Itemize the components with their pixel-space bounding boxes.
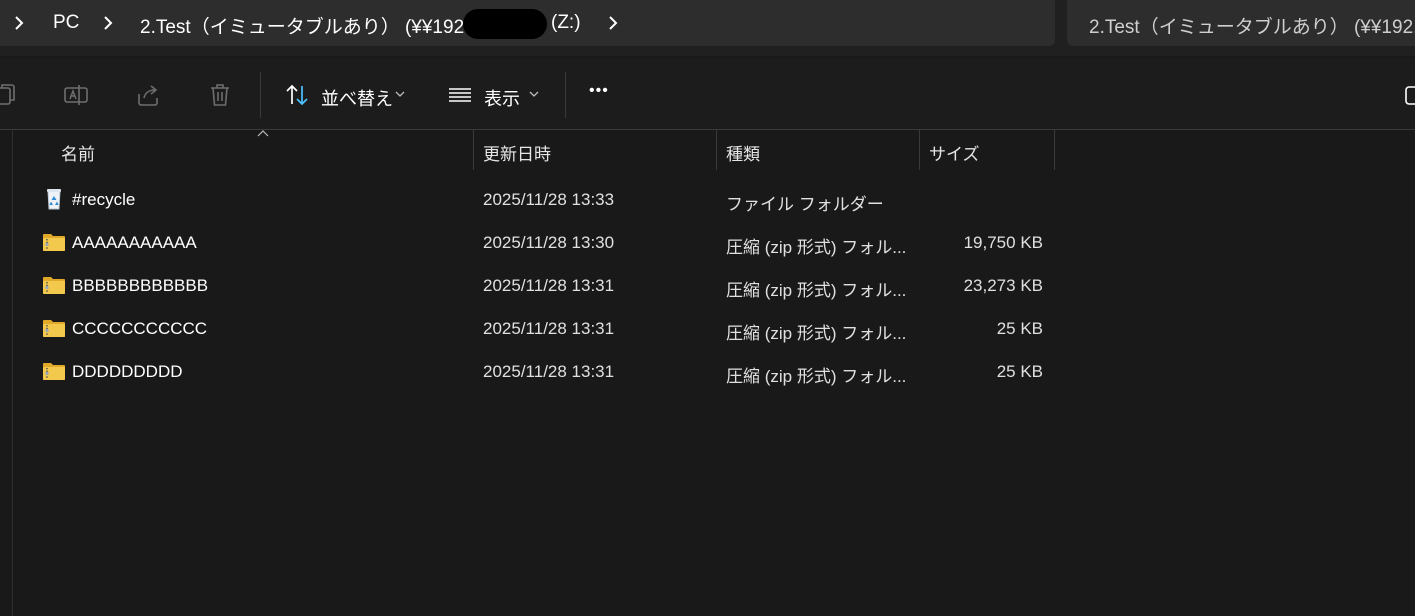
- recycle-bin-icon: [47, 189, 61, 210]
- zip-folder-icon: [43, 234, 65, 251]
- more-options-button[interactable]: •••: [589, 82, 609, 100]
- search-box-text: 2.Test（イミュータブルあり） (¥¥192.168: [1089, 17, 1415, 38]
- file-date: 2025/11/28 13:31: [483, 319, 615, 338]
- file-size: 25 KB: [996, 362, 1043, 381]
- chevron-right-icon[interactable]: [606, 14, 620, 32]
- navigation-pane-border: [12, 130, 13, 616]
- file-row[interactable]: #recycle 2025/11/28 13:33 ファイル フォルダー: [30, 179, 1055, 222]
- zip-folder-icon: [43, 277, 65, 294]
- column-header-name[interactable]: 名前: [61, 140, 95, 165]
- column-divider[interactable]: [473, 130, 474, 170]
- sort-ascending-icon: [257, 130, 269, 137]
- column-header-size[interactable]: サイズ: [929, 140, 980, 165]
- file-type: 圧縮 (zip 形式) フォル...: [726, 367, 907, 386]
- chevron-down-icon[interactable]: [529, 91, 539, 98]
- breadcrumb-share[interactable]: 2.Test（イミュータブルあり） (¥¥192.168: [140, 12, 501, 39]
- file-row[interactable]: CCCCCCCCCCC 2025/11/28 13:31 圧縮 (zip 形式)…: [30, 308, 1055, 351]
- file-size: 19,750 KB: [963, 233, 1043, 252]
- redaction-mark: [463, 9, 547, 39]
- file-type: 圧縮 (zip 形式) フォル...: [726, 281, 907, 300]
- chevron-right-icon[interactable]: [12, 14, 26, 32]
- file-size: 23,273 KB: [963, 276, 1043, 295]
- breadcrumb-pc[interactable]: PC: [53, 12, 79, 34]
- trash-icon[interactable]: [207, 82, 233, 108]
- file-row[interactable]: BBBBBBBBBBBB 2025/11/28 13:31 圧縮 (zip 形式…: [30, 265, 1055, 308]
- file-date: 2025/11/28 13:30: [483, 233, 615, 252]
- file-row[interactable]: AAAAAAAAAAA 2025/11/28 13:30 圧縮 (zip 形式)…: [30, 222, 1055, 265]
- file-name: AAAAAAAAAAA: [72, 233, 197, 252]
- zip-folder-icon: [43, 363, 65, 380]
- column-divider[interactable]: [919, 130, 920, 170]
- copy-icon[interactable]: [0, 82, 18, 108]
- file-type: 圧縮 (zip 形式) フォル...: [726, 238, 907, 257]
- file-date: 2025/11/28 13:31: [483, 362, 615, 381]
- chevron-down-icon[interactable]: [395, 91, 405, 98]
- file-size: 25 KB: [996, 319, 1043, 338]
- file-name: DDDDDDDDD: [72, 362, 183, 381]
- view-button[interactable]: 表示: [484, 85, 520, 111]
- file-type: ファイル フォルダー: [726, 195, 884, 214]
- column-header-type[interactable]: 種類: [726, 140, 760, 165]
- sort-icon[interactable]: [284, 82, 310, 108]
- breadcrumb-drive[interactable]: (Z:): [551, 12, 581, 34]
- file-type: 圧縮 (zip 形式) フォル...: [726, 324, 907, 343]
- file-row[interactable]: DDDDDDDDD 2025/11/28 13:31 圧縮 (zip 形式) フ…: [30, 351, 1055, 394]
- file-name: BBBBBBBBBBBB: [72, 276, 209, 295]
- share-icon[interactable]: [135, 82, 161, 108]
- file-name: CCCCCCCCCCC: [72, 319, 208, 338]
- column-divider[interactable]: [1054, 130, 1055, 170]
- title-bar: PC 2.Test（イミュータブルあり） (¥¥192.168 (Z:) 2.T…: [0, 0, 1415, 56]
- column-divider[interactable]: [716, 130, 717, 170]
- file-date: 2025/11/28 13:31: [483, 276, 615, 295]
- address-bar[interactable]: PC 2.Test（イミュータブルあり） (¥¥192.168 (Z:): [0, 0, 1055, 46]
- sort-button[interactable]: 並べ替え: [321, 85, 393, 111]
- view-icon[interactable]: [447, 82, 473, 108]
- column-header-date[interactable]: 更新日時: [483, 140, 551, 165]
- file-name: #recycle: [72, 190, 136, 209]
- command-bar: 並べ替え 表示 •••: [0, 58, 1415, 130]
- toolbar-separator: [565, 72, 566, 118]
- details-pane-icon[interactable]: [1404, 82, 1415, 108]
- rename-icon[interactable]: [63, 82, 89, 108]
- search-box[interactable]: 2.Test（イミュータブルあり） (¥¥192.168: [1067, 0, 1415, 46]
- file-date: 2025/11/28 13:33: [483, 190, 615, 209]
- zip-folder-icon: [43, 320, 65, 337]
- chevron-right-icon[interactable]: [101, 14, 115, 32]
- toolbar-separator: [260, 72, 261, 118]
